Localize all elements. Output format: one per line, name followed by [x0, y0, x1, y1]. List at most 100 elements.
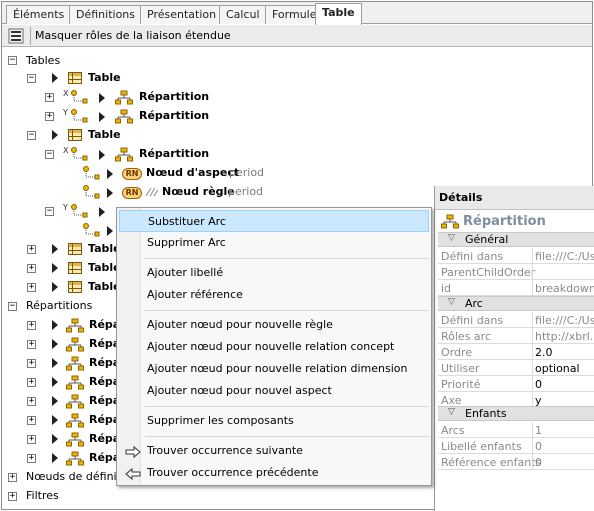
expand-icon[interactable]: + [27, 245, 36, 254]
play-icon [52, 339, 58, 349]
prop-row[interactable]: id breakdown [438, 280, 594, 296]
menu-item-label: Ajouter référence [147, 288, 243, 301]
prop-key: ParentChildOrder [441, 266, 536, 279]
play-icon [52, 282, 58, 292]
tree-node-aspect[interactable]: RN Nœud d'aspect period [2, 165, 282, 183]
tree-node-breakdown-y[interactable]: + Y Répartition [2, 108, 222, 126]
prop-value: 1 [535, 424, 542, 437]
hide-roles-label[interactable]: Masquer rôles de la liaison étendue [35, 29, 231, 42]
tree-node-breakdown-x[interactable]: + X Répartition [2, 89, 222, 107]
collapse-icon[interactable]: − [45, 207, 54, 216]
menu-item-find-previous[interactable]: Trouver occurrence précédente [119, 462, 429, 484]
prop-value: 2.0 [535, 346, 553, 359]
section-arc[interactable]: ▽ Arc [438, 296, 594, 311]
tree-node-repartition[interactable]: + Répa [2, 412, 122, 430]
play-icon [52, 130, 58, 140]
tree-node-table[interactable]: + Table [2, 241, 122, 259]
section-children[interactable]: ▽ Enfants [438, 406, 594, 421]
tab-elements[interactable]: Éléments [6, 5, 72, 24]
expand-icon[interactable]: + [27, 359, 36, 368]
menu-item-substitute-arc[interactable]: Substituer Arc [119, 210, 429, 232]
expand-icon[interactable]: + [8, 492, 17, 501]
tree-node-rule[interactable]: RN Nœud règle period [2, 184, 282, 202]
expand-icon[interactable]: + [27, 264, 36, 273]
play-icon [52, 377, 58, 387]
expand-icon[interactable]: + [27, 378, 36, 387]
breakdown-icon [66, 337, 84, 352]
tree-node-breakdown-x[interactable]: − X Répartition [2, 146, 222, 164]
hide-roles-icon[interactable] [8, 28, 24, 44]
breakdown-icon [66, 375, 84, 390]
prop-row[interactable]: Ordre 2.0 [438, 344, 594, 360]
tree-node-repartitions[interactable]: − Répartitions [2, 298, 122, 316]
prop-row[interactable]: Libellé enfants 0 [438, 438, 594, 454]
tree-node-breakdown-y[interactable]: − Y [2, 203, 122, 221]
tab-table[interactable]: Table [315, 3, 362, 25]
tree-node-tables[interactable]: − Tables [2, 53, 202, 71]
tree-node-filters[interactable]: + Filtres [2, 488, 122, 506]
prop-row[interactable]: Référence enfants 0 [438, 454, 594, 470]
menu-item-find-next[interactable]: Trouver occurrence suivante [119, 440, 429, 462]
tree-node-table[interactable]: + Table [2, 279, 122, 297]
menu-item-add-reference[interactable]: Ajouter référence [119, 284, 429, 306]
tree-node-repartition[interactable]: + Répa [2, 317, 122, 335]
collapse-icon[interactable]: − [27, 74, 36, 83]
tree-node-table[interactable]: − Table [2, 127, 202, 145]
prop-row[interactable]: ParentChildOrder [438, 264, 594, 280]
tab-calcul[interactable]: Calcul [219, 5, 267, 24]
menu-item-add-dimension-relation-node[interactable]: Ajouter nœud pour nouvelle relation dime… [119, 358, 429, 380]
tree-node-repartition[interactable]: + Répa [2, 393, 122, 411]
menu-item-add-rule-node[interactable]: Ajouter nœud pour nouvelle règle [119, 314, 429, 336]
expand-icon[interactable]: + [27, 340, 36, 349]
expand-icon[interactable]: + [8, 473, 17, 482]
expand-icon[interactable]: + [27, 321, 36, 330]
collapse-triangle-icon[interactable]: ▽ [448, 233, 455, 243]
prop-row[interactable]: Défini dans file:///C:/Us [438, 312, 594, 328]
collapse-icon[interactable]: − [8, 56, 17, 65]
tree-node-child[interactable] [2, 222, 122, 240]
expand-icon[interactable]: + [27, 435, 36, 444]
collapse-triangle-icon[interactable]: ▽ [448, 407, 455, 417]
collapse-triangle-icon[interactable]: ▽ [448, 297, 455, 307]
expand-icon[interactable]: + [27, 283, 36, 292]
section-general[interactable]: ▽ Général [438, 232, 594, 247]
prop-row[interactable]: Utiliser optional [438, 360, 594, 376]
expand-icon[interactable]: + [27, 454, 36, 463]
prop-key: Utiliser [441, 362, 480, 375]
expand-icon[interactable]: + [27, 397, 36, 406]
tree-node-repartition[interactable]: + Répa [2, 355, 122, 373]
expand-icon[interactable]: + [45, 112, 54, 121]
tab-definitions[interactable]: Définitions [69, 5, 142, 24]
node-label: Nœud règle [162, 185, 235, 198]
tree-node-repartition[interactable]: + Répa [2, 336, 122, 354]
tree-node-definition-nodes[interactable]: + Nœuds de définiti [2, 469, 124, 487]
prop-value: file:///C:/Us [535, 250, 594, 263]
tree-node-repartition[interactable]: + Répa [2, 431, 122, 449]
menu-item-delete-arc[interactable]: Supprimer Arc [119, 232, 429, 254]
find-next-arrow-icon [125, 445, 141, 459]
collapse-icon[interactable]: − [8, 302, 17, 311]
node-label: Filtres [26, 489, 59, 502]
expand-icon[interactable]: + [27, 416, 36, 425]
prop-row[interactable]: Défini dans file:///C:/Us [438, 248, 594, 264]
tree-node-table[interactable]: + Table [2, 260, 122, 278]
tree-node-repartition[interactable]: + Répa [2, 374, 122, 392]
play-icon [52, 73, 58, 83]
prop-row[interactable]: Priorité 0 [438, 376, 594, 392]
prop-row[interactable]: Rôles arc http://xbrl. [438, 328, 594, 344]
tree-node-table[interactable]: − Table [2, 70, 202, 88]
menu-item-add-aspect-node[interactable]: Ajouter nœud pour nouvel aspect [119, 380, 429, 402]
tab-presentation[interactable]: Présentation [140, 5, 224, 24]
details-panel: Détails Répartition ▽ Général Défini dan… [434, 186, 594, 511]
collapse-icon[interactable]: − [45, 150, 54, 159]
menu-item-delete-components[interactable]: Supprimer les composants [119, 410, 429, 432]
menu-item-add-label[interactable]: Ajouter libellé [119, 262, 429, 284]
prop-row[interactable]: Arcs 1 [438, 422, 594, 438]
expand-icon[interactable]: + [45, 93, 54, 102]
node-label: Répartition [139, 109, 210, 122]
breakdown-icon [66, 451, 84, 466]
collapse-icon[interactable]: − [27, 131, 36, 140]
arc-icon [83, 166, 100, 180]
menu-item-add-concept-relation-node[interactable]: Ajouter nœud pour nouvelle relation conc… [119, 336, 429, 358]
tree-node-repartition[interactable]: + Répa [2, 450, 122, 468]
